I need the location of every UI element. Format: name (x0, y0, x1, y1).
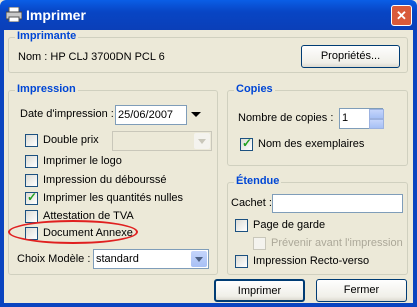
model-select[interactable]: standard (93, 249, 209, 269)
copies-down-button[interactable] (369, 119, 384, 129)
cachet-input[interactable] (272, 194, 403, 213)
prevenir-checkbox (253, 237, 266, 250)
chevron-down-icon[interactable] (191, 251, 207, 267)
copies-count-label: Nombre de copies : (238, 112, 334, 124)
exemplaires-checkbox[interactable] (240, 136, 253, 151)
debourse-label: Impression du débourssé (43, 174, 167, 186)
impression-group-title: Impression (15, 83, 78, 95)
page-garde-label: Page de garde (253, 219, 326, 231)
copies-up-button[interactable] (369, 109, 384, 119)
window-title: Imprimer (26, 7, 86, 23)
debourse-checkbox[interactable] (25, 174, 38, 187)
window-frame-right (413, 30, 417, 307)
close-icon: ✕ (396, 8, 407, 23)
annotation-circle (8, 220, 138, 244)
model-label: Choix Modèle : (17, 253, 91, 265)
page-garde-checkbox[interactable] (235, 219, 248, 232)
title-bar: Imprimer ✕ (0, 0, 417, 30)
copies-group-title: Copies (234, 83, 275, 95)
range-group-title: Étendue (234, 175, 282, 187)
recto-verso-checkbox[interactable] (235, 255, 248, 268)
print-button[interactable]: Imprimer (214, 279, 305, 302)
quantites-nulles-checkbox[interactable] (25, 190, 38, 205)
date-dropdown-arrow-icon[interactable] (191, 112, 201, 117)
date-label: Date d'impression : (20, 108, 114, 120)
printer-group-title: Imprimante (15, 30, 79, 42)
cachet-label: Cachet : (231, 197, 272, 209)
model-value: standard (96, 253, 139, 265)
recto-verso-label: Impression Recto-verso (253, 255, 370, 267)
properties-button[interactable]: Propriétés... (301, 45, 400, 68)
quantites-nulles-label: Imprimer les quantités nulles (43, 192, 184, 204)
printer-icon (6, 7, 22, 22)
prevenir-label: Prévenir avant l'impression (271, 237, 403, 249)
logo-checkbox[interactable] (25, 155, 38, 168)
close-window-button[interactable]: ✕ (391, 5, 412, 26)
chevron-down-icon (194, 133, 210, 149)
double-prix-label: Double prix (43, 134, 99, 146)
double-prix-checkbox[interactable] (25, 134, 38, 147)
logo-label: Imprimer le logo (43, 155, 122, 167)
window-frame-left (0, 30, 4, 307)
window-frame-bottom (0, 303, 417, 307)
printer-name-label: Nom : HP CLJ 3700DN PCL 6 (18, 51, 165, 63)
close-button[interactable]: Fermer (316, 279, 407, 302)
exemplaires-label: Nom des exemplaires (258, 138, 365, 150)
date-input[interactable]: 25/06/2007 (115, 105, 187, 125)
double-prix-select (112, 131, 212, 151)
